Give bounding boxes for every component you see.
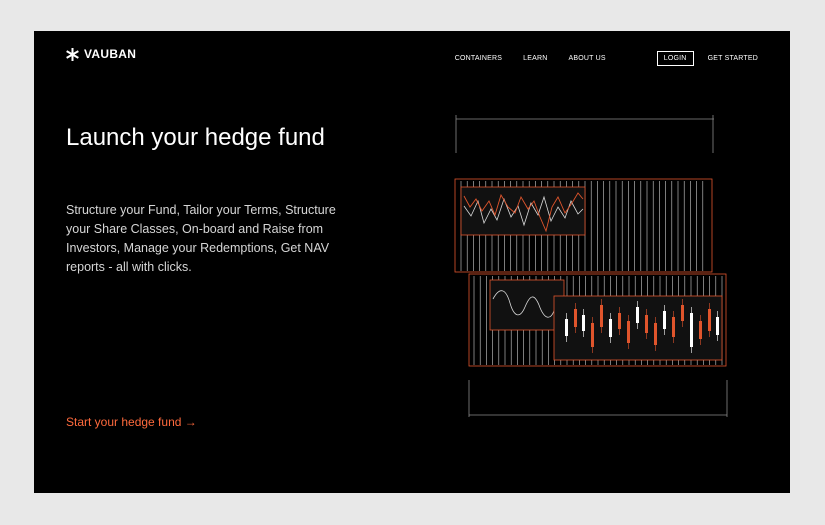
candle-body <box>618 313 621 329</box>
candle-body <box>591 323 594 347</box>
lower-block <box>468 273 727 367</box>
candle-body <box>609 319 612 337</box>
candle-body <box>699 321 702 339</box>
candle-body <box>716 317 719 335</box>
bottom-bracket <box>468 380 728 417</box>
page-frame: VAUBAN CONTAINERS LEARN ABOUT US LOGIN G… <box>34 31 790 493</box>
candle-body <box>627 321 630 343</box>
candle-body <box>574 309 577 327</box>
candle-body <box>636 307 639 323</box>
candle-body <box>681 305 684 321</box>
candle-body <box>582 315 585 331</box>
candle-body <box>708 309 711 331</box>
candle-body <box>600 305 603 327</box>
hero-illustration <box>454 115 728 417</box>
candle-body <box>565 319 568 336</box>
candle-body <box>663 311 666 329</box>
candle-body <box>645 315 648 333</box>
candle-body <box>690 313 693 347</box>
top-bracket <box>455 115 714 153</box>
candle-body <box>654 323 657 345</box>
upper-block <box>454 178 713 273</box>
candle-body <box>672 317 675 337</box>
